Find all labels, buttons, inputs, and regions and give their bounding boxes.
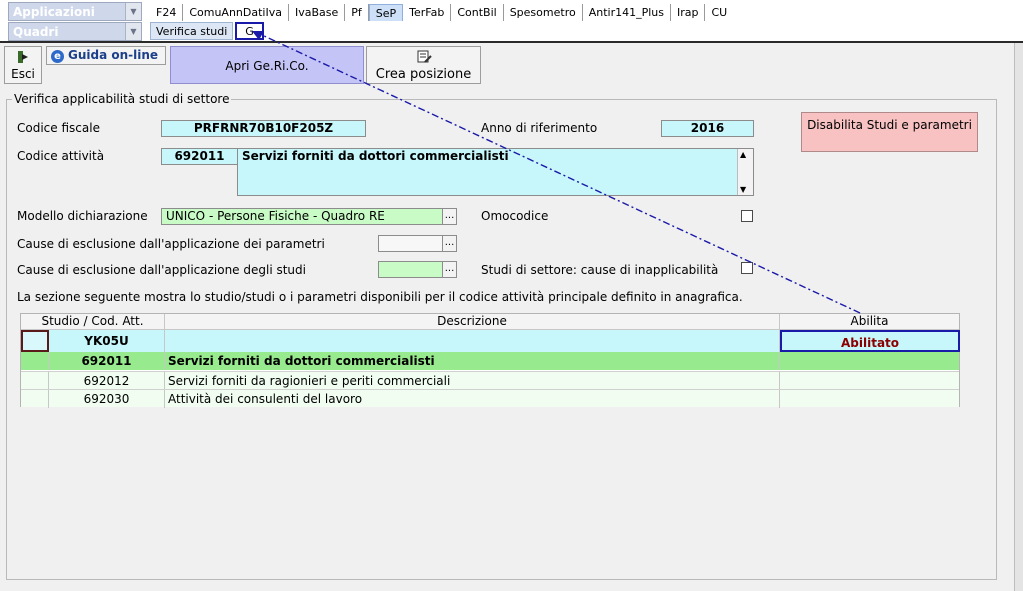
annotation-arrow <box>252 31 861 314</box>
